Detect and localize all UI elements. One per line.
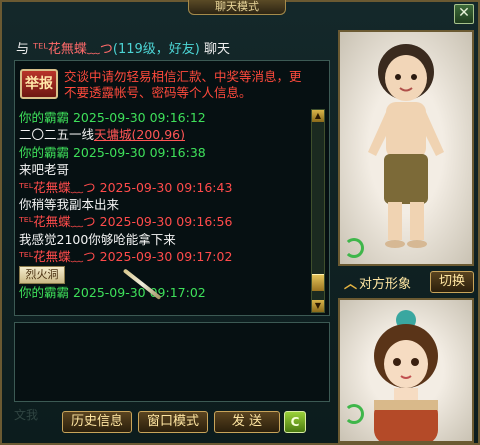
message-input[interactable] [14,322,330,402]
header-suffix: 聊天 [204,42,231,57]
send-shortcut-button[interactable]: C [284,411,306,433]
message-body: 你稍等我副本出来 [19,197,120,213]
friend-portrait [338,30,474,266]
message-header-friend: ᵀᴱᴸ花無蝶﹏つ 2025-09-30 09:17:02 [19,249,233,265]
view-other-label: 对方形象 [359,277,412,292]
message-header-friend: ᵀᴱᴸ花無蝶﹏つ 2025-09-30 09:16:56 [19,214,233,230]
friend-character-icon [368,44,444,248]
input-hint: 文我 [14,408,39,422]
scroll-up-icon[interactable]: ▲ [312,110,324,122]
chat-window: 聊天模式 ✕ 与 ᵀᴱᴸ花無蝶﹏つ(119级，好友) 聊天 举报 交谈中请勿轻易… [0,0,480,445]
friend-level: (119级，好友) [112,42,200,57]
chat-header: 与 ᵀᴱᴸ花無蝶﹏つ(119级，好友) 聊天 [16,38,230,58]
message-body: 二〇二五一线天墉城(200,96) [19,126,309,143]
window-mode-button[interactable]: 窗口模式 [138,411,208,433]
view-other-toggle[interactable]: ︿ 对方形象 [344,273,411,292]
message-body: 我感觉2100你够呛能拿下来 [19,231,176,247]
item-link[interactable]: 烈火洞 [19,266,65,285]
message-header-self: 你的霸霸 2025-09-30 09:16:38 [19,144,206,160]
location-link[interactable]: 天墉城(200,96) [94,127,185,142]
chevron-up-icon: ︿ [344,277,358,292]
message-list: 你的霸霸 2025-09-30 09:16:12 二〇二五一线天墉城(200,9… [19,109,309,302]
message-body: 烈火洞 [19,266,309,285]
message-header-self: 你的霸霸 2025-09-30 09:16:12 [19,110,206,125]
rotate-icon[interactable] [344,238,364,258]
message-text: 二〇二五一线 [19,127,95,143]
rotate-icon[interactable] [344,404,364,424]
switch-button[interactable]: 切换 [430,271,474,293]
fraud-warning: 交谈中请勿轻易相信汇款、中奖等消息，更不要透露帐号、密码等个人信息。 [64,69,302,100]
chat-scrollbar[interactable]: ▲ ▼ [311,109,325,313]
history-button[interactable]: 历史信息 [62,411,132,433]
header-prefix: 与 [16,42,30,57]
window-title: 聊天模式 [188,0,286,15]
self-portrait [338,298,474,443]
close-button[interactable]: ✕ [454,4,474,24]
send-button[interactable]: 发 送 [214,411,280,433]
message-body: 来吧老哥 [19,162,70,178]
message-header-friend: ᵀᴱᴸ花無蝶﹏つ 2025-09-30 09:16:43 [19,179,233,195]
scroll-thumb[interactable] [312,274,324,291]
message-header-self: 你的霸霸 2025-09-30 09:17:02 [19,285,206,301]
chat-history-panel[interactable]: 举报 交谈中请勿轻易相信汇款、中奖等消息，更不要透露帐号、密码等个人信息。 你的… [14,60,330,316]
report-button[interactable]: 举报 [20,69,58,99]
friend-name[interactable]: ᵀᴱᴸ花無蝶﹏つ [33,42,113,57]
scroll-down-icon[interactable]: ▼ [312,300,324,312]
